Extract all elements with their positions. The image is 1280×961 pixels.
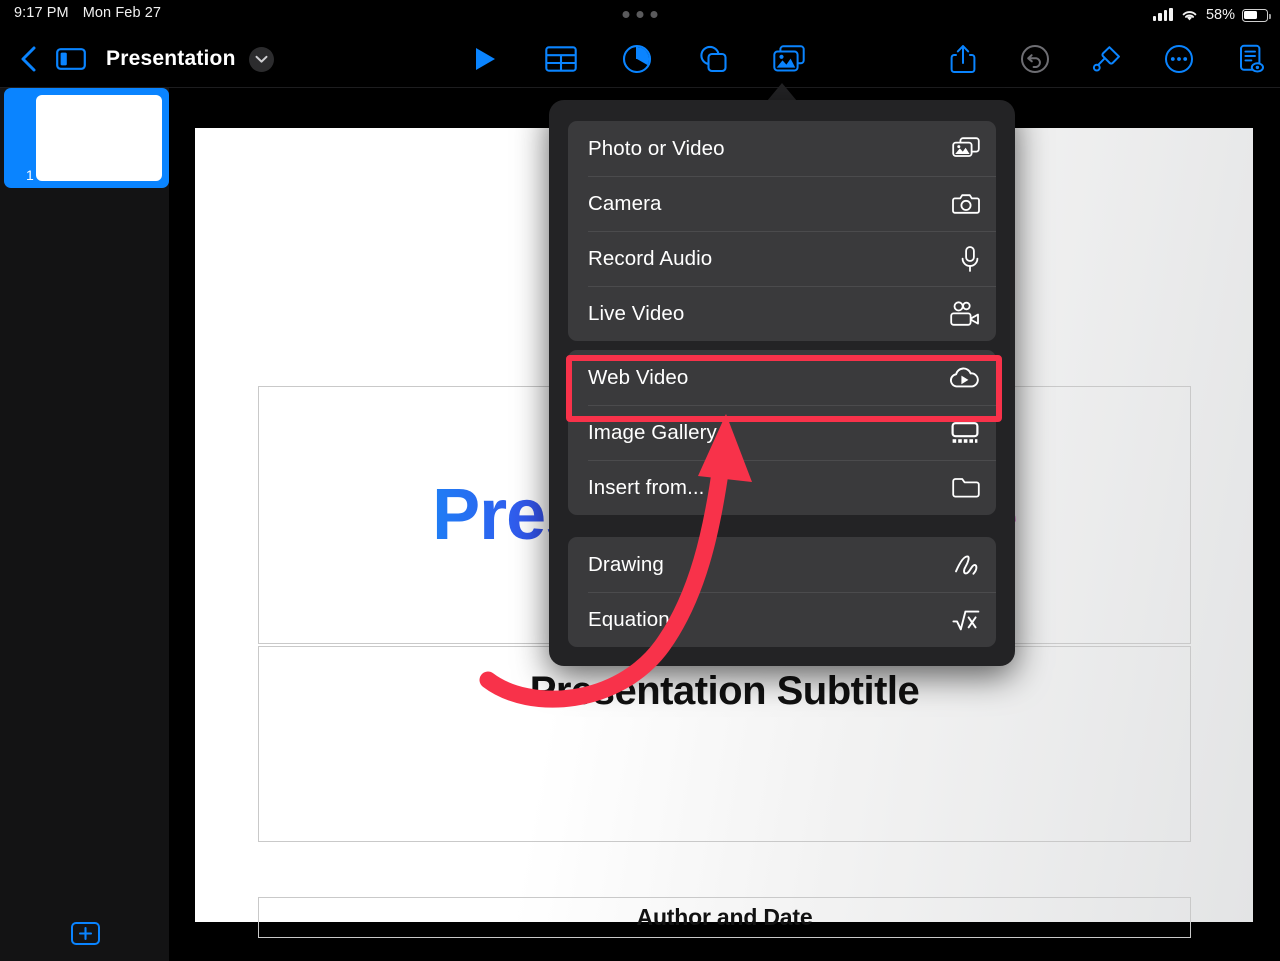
play-icon[interactable] xyxy=(466,40,504,78)
pie-chart-icon[interactable] xyxy=(618,40,656,78)
status-right: 58% xyxy=(1152,4,1271,26)
image-gallery-icon xyxy=(946,418,980,448)
menu-group-media: Photo or Video Camera Record Audio Live … xyxy=(568,121,996,341)
menu-item-record-audio[interactable]: Record Audio xyxy=(568,231,996,286)
cellular-signal-icon xyxy=(1152,8,1173,21)
status-time: 9:17 PM xyxy=(14,5,69,21)
paintbrush-icon[interactable] xyxy=(1088,40,1126,78)
folder-icon xyxy=(946,473,980,503)
slide-thumbnail-preview xyxy=(36,95,162,181)
page-title: Presentation xyxy=(106,47,236,70)
slide-author-text: Author and Date xyxy=(636,904,813,930)
menu-item-image-gallery[interactable]: Image Gallery xyxy=(568,405,996,460)
ipad-keynote-screen: 9:17 PM Mon Feb 27 58% Presentation 1 Pr… xyxy=(0,0,1280,961)
live-video-icon xyxy=(946,299,980,329)
menu-item-photo-or-video[interactable]: Photo or Video xyxy=(568,121,996,176)
status-date: Mon Feb 27 xyxy=(82,5,162,21)
menu-item-label: Drawing xyxy=(588,552,664,576)
status-left: 9:17 PM Mon Feb 27 xyxy=(14,5,161,21)
menu-item-insert-from[interactable]: Insert from... xyxy=(568,460,996,515)
popover-pointer xyxy=(767,83,797,101)
battery-percent-label: 58% xyxy=(1205,7,1235,23)
menu-item-label: Web Video xyxy=(588,365,689,389)
menu-item-label: Equation xyxy=(588,607,670,631)
menu-item-live-video[interactable]: Live Video xyxy=(568,286,996,341)
add-slide-button[interactable] xyxy=(71,922,100,945)
slide-navigator-sidebar: 1 xyxy=(0,88,170,961)
menu-item-drawing[interactable]: Drawing xyxy=(568,537,996,592)
scribble-icon xyxy=(946,550,980,580)
table-icon[interactable] xyxy=(542,40,580,78)
square-root-icon xyxy=(946,605,980,635)
back-chevron-icon[interactable] xyxy=(10,40,48,78)
document-eye-icon[interactable] xyxy=(1232,40,1270,78)
app-toolbar: Presentation xyxy=(0,30,1280,88)
menu-group-insert: Web Video Image Gallery Insert from... xyxy=(568,350,996,515)
cloud-play-icon xyxy=(946,363,980,393)
chevron-down-icon[interactable] xyxy=(248,46,274,72)
insert-media-popover: Photo or Video Camera Record Audio Live … xyxy=(549,100,1015,666)
toolbar-right-group xyxy=(944,30,1270,88)
ellipsis-circle-icon[interactable] xyxy=(1160,40,1198,78)
slide-thumbnail-1[interactable]: 1 xyxy=(4,88,169,188)
sidebar-toggle-icon[interactable] xyxy=(52,40,90,78)
toolbar-center-group xyxy=(466,30,808,88)
wifi-icon xyxy=(1182,11,1197,21)
toolbar-left-group: Presentation xyxy=(10,30,274,88)
menu-item-equation[interactable]: Equation xyxy=(568,592,996,647)
menu-item-label: Photo or Video xyxy=(588,136,725,160)
three-dots-handle[interactable] xyxy=(622,11,658,18)
camera-icon xyxy=(946,189,980,219)
slide-number-label: 1 xyxy=(26,167,34,183)
media-image-icon[interactable] xyxy=(770,40,808,78)
slide-author-textbox[interactable]: Author and Date xyxy=(258,897,1191,938)
slide-subtitle-text: Presentation Subtitle xyxy=(529,669,920,713)
battery-icon xyxy=(1242,8,1271,22)
share-icon[interactable] xyxy=(944,40,982,78)
photo-video-icon xyxy=(946,134,980,164)
undo-icon[interactable] xyxy=(1016,40,1054,78)
slide-subtitle-textbox[interactable]: Presentation Subtitle xyxy=(258,646,1191,842)
shapes-icon[interactable] xyxy=(694,40,732,78)
menu-group-drawing: Drawing Equation xyxy=(568,537,996,647)
menu-item-label: Record Audio xyxy=(588,246,713,270)
status-bar: 9:17 PM Mon Feb 27 58% xyxy=(0,0,1280,30)
menu-item-camera[interactable]: Camera xyxy=(568,176,996,231)
menu-item-label: Insert from... xyxy=(588,475,705,499)
menu-item-label: Camera xyxy=(588,191,662,215)
microphone-icon xyxy=(946,244,980,274)
menu-item-label: Image Gallery xyxy=(588,420,717,444)
menu-item-web-video[interactable]: Web Video xyxy=(568,350,996,405)
menu-item-label: Live Video xyxy=(588,301,685,325)
